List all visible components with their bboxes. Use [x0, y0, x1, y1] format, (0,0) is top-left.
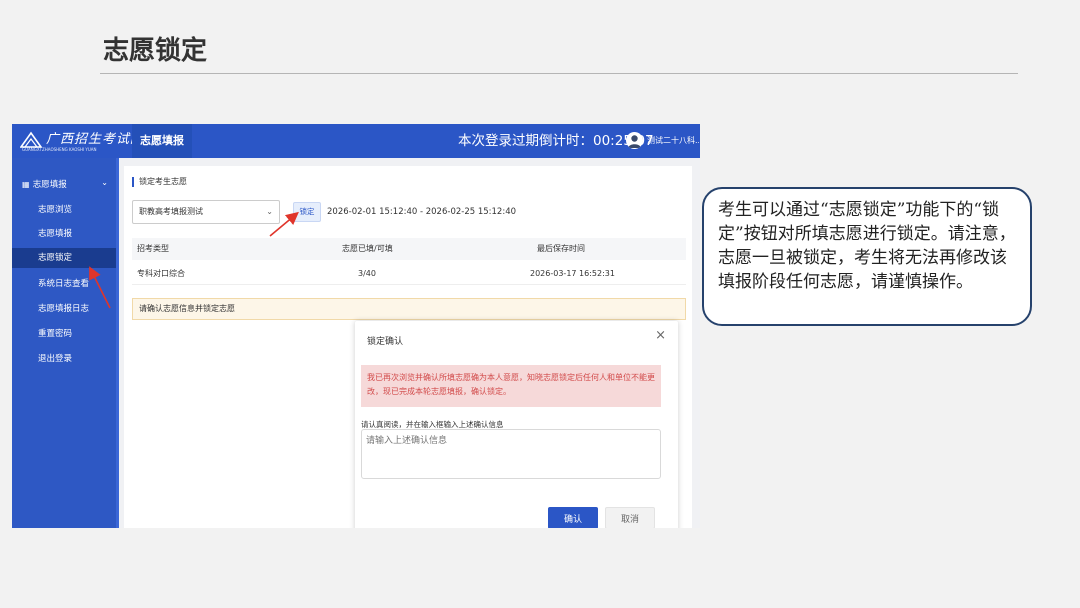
- sidebar-item-logout[interactable]: 退出登录: [12, 349, 116, 369]
- cell-saved-time: 2026-03-17 16:52:31: [530, 269, 615, 278]
- sidebar-item-system-log[interactable]: 系统日志查看: [12, 274, 116, 294]
- lock-button[interactable]: 锁定: [293, 202, 321, 222]
- sidebar-item-fill-log[interactable]: 志愿填报日志: [12, 299, 116, 319]
- cancel-button[interactable]: 取消: [605, 507, 655, 528]
- table-row: 专科对口综合 3/40 2026-03-17 16:52:31: [132, 263, 686, 285]
- sidebar-item-reset-password[interactable]: 重置密码: [12, 324, 116, 344]
- logo-subtext: GUANGXI ZHAOSHENG KAOSHI YUAN: [22, 147, 97, 152]
- tab-volunteer-fill[interactable]: 志愿填报: [132, 124, 192, 158]
- title-divider: [100, 73, 1018, 74]
- logo: 广西招生考试院 GUANGXI ZHAOSHENG KAOSHI YUAN: [20, 128, 143, 154]
- fill-period: 2026-02-01 15:12:40 - 2026-02-25 15:12:4…: [327, 207, 517, 217]
- username[interactable]: 测试二十八科...: [647, 124, 699, 158]
- dialog-title: 锁定确认: [367, 337, 404, 347]
- sidebar-group-label: 志愿填报: [32, 180, 67, 190]
- col-type: 招考类型: [137, 244, 169, 253]
- user-icon: [628, 135, 641, 148]
- confirm-text-input[interactable]: [361, 429, 661, 479]
- avatar[interactable]: [626, 132, 643, 149]
- close-icon[interactable]: ×: [655, 328, 666, 343]
- lock-confirm-dialog: 锁定确认 × 我已再次浏览并确认所填志愿确为本人意愿，知晓志愿锁定后任何人和单位…: [355, 321, 678, 528]
- sidebar-item-browse[interactable]: 志愿浏览: [12, 200, 116, 220]
- callout-box: 考生可以通过“志愿锁定”功能下的“锁定”按钮对所填志愿进行锁定。请注意，志愿一旦…: [702, 187, 1032, 326]
- sidebar-item-fill[interactable]: 志愿填报: [12, 224, 116, 244]
- notice-bar: 请确认志愿信息并锁定志愿: [132, 298, 686, 320]
- logo-mark-icon: [20, 131, 42, 148]
- sidebar-group[interactable]: ▦ 志愿填报 ⌄: [22, 178, 108, 190]
- panel-title: 锁定考生志愿: [132, 177, 187, 187]
- main-panel: 锁定考生志愿 职教高考填报测试 ⌄ 锁定 2026-02-01 15:12:40…: [124, 166, 692, 528]
- chevron-down-icon: ⌄: [266, 207, 273, 216]
- table-header: 招考类型 志愿已填/可填 最后保存时间: [132, 238, 686, 260]
- cell-count: 3/40: [358, 269, 376, 278]
- dialog-warning: 我已再次浏览并确认所填志愿确为本人意愿，知晓志愿锁定后任何人和单位不能更改，现已…: [361, 365, 661, 407]
- exam-select-value: 职教高考填报测试: [139, 207, 203, 216]
- confirm-button[interactable]: 确认: [548, 507, 598, 528]
- login-countdown: 本次登录过期倒计时：00:25:07: [458, 133, 654, 149]
- sidebar-item-lock[interactable]: 志愿锁定: [12, 248, 116, 268]
- logo-text: 广西招生考试院: [46, 132, 145, 147]
- sidebar: ▦ 志愿填报 ⌄ 志愿浏览 志愿填报 志愿锁定 系统日志查看 志愿填报日志 重置…: [12, 158, 116, 528]
- slide-title: 志愿锁定: [103, 36, 208, 66]
- col-saved-time: 最后保存时间: [537, 244, 585, 253]
- col-count: 志愿已填/可填: [342, 244, 393, 253]
- app-screenshot: 广西招生考试院 GUANGXI ZHAOSHENG KAOSHI YUAN 志愿…: [12, 124, 700, 528]
- chevron-down-icon: ⌄: [101, 178, 108, 187]
- cell-type: 专科对口综合: [137, 269, 185, 278]
- top-bar: 广西招生考试院 GUANGXI ZHAOSHENG KAOSHI YUAN 志愿…: [12, 124, 700, 158]
- exam-select[interactable]: 职教高考填报测试 ⌄: [132, 200, 280, 224]
- sidebar-edge: [116, 158, 119, 528]
- grid-icon: ▦: [22, 180, 30, 189]
